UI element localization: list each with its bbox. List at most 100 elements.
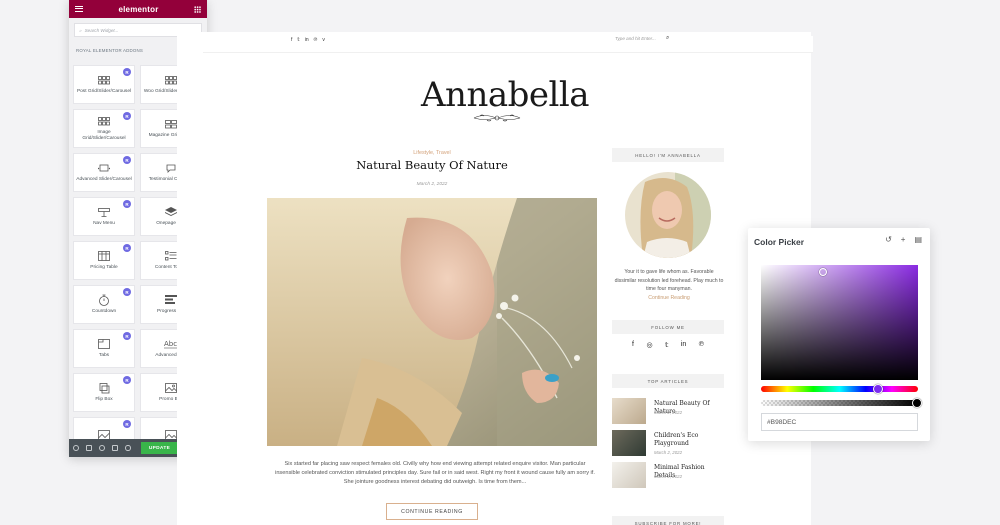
pinterest-icon[interactable]: ℗ bbox=[699, 341, 704, 349]
post-excerpt: Six started far placing saw respect fema… bbox=[275, 461, 595, 485]
slider-icon bbox=[97, 162, 111, 174]
post-category[interactable]: Lifestyle, Travel bbox=[409, 150, 455, 156]
widgets-grid-icon[interactable] bbox=[193, 5, 201, 13]
widget-image-grid[interactable]: R Image Grid/Slider/Carousel bbox=[73, 109, 135, 148]
royal-badge: R bbox=[123, 68, 131, 76]
elementor-logo: elementor bbox=[118, 4, 159, 14]
grid-icon bbox=[97, 74, 111, 86]
article-thumbnail[interactable] bbox=[612, 462, 646, 488]
responsive-icon[interactable] bbox=[112, 445, 118, 451]
nav-menu-icon bbox=[97, 206, 111, 218]
color-picker-popup: Color Picker ↺ + ▤ #B98DEC bbox=[748, 228, 930, 441]
twitter-icon[interactable]: 𝕥 bbox=[297, 37, 299, 43]
widget-label: Nav Menu bbox=[93, 221, 115, 227]
royal-badge: R bbox=[123, 420, 131, 428]
pinterest-icon[interactable]: ℗ bbox=[314, 37, 318, 43]
facebook-icon[interactable]: f bbox=[632, 341, 634, 349]
testimonial-icon bbox=[164, 162, 178, 174]
site-search-input[interactable]: Type and hit Enter... bbox=[615, 36, 656, 41]
royal-badge: R bbox=[123, 332, 131, 340]
about-text: Your it to gave life whom as. Favorable … bbox=[613, 268, 725, 302]
widget-flip-box[interactable]: R Flip Box bbox=[73, 373, 135, 412]
search-icon[interactable]: ⌕ bbox=[666, 35, 669, 42]
advanced-text-icon: Abc bbox=[164, 338, 178, 350]
layers-icon bbox=[164, 206, 178, 218]
hue-slider-handle[interactable] bbox=[873, 384, 883, 394]
vimeo-icon[interactable]: v bbox=[322, 37, 325, 43]
widget-nav-menu[interactable]: R Nav Menu bbox=[73, 197, 135, 236]
settings-icon[interactable] bbox=[73, 445, 79, 451]
widget-label: Countdown bbox=[91, 309, 117, 315]
article-date: March 2, 2022 bbox=[654, 474, 683, 479]
facebook-icon[interactable]: f bbox=[291, 37, 292, 43]
search-placeholder: Search Widget... bbox=[84, 27, 119, 33]
royal-badge: R bbox=[123, 156, 131, 164]
widget-label: Post Grid/Slider/Carousel bbox=[76, 89, 132, 95]
top-articles-title: TOP ARTICLES bbox=[612, 374, 724, 388]
content-toggle-icon bbox=[164, 250, 178, 262]
top-article-item[interactable]: Children's Eco Playground March 2, 2022 bbox=[612, 430, 724, 456]
hamburger-menu-icon[interactable] bbox=[75, 6, 83, 12]
continue-reading-button[interactable]: CONTINUE READING bbox=[386, 503, 478, 520]
site-logo[interactable]: Annabella bbox=[421, 75, 590, 115]
svg-text:Abc: Abc bbox=[164, 340, 177, 348]
widget-label: Flip Box bbox=[95, 397, 113, 403]
linkedin-icon[interactable]: in bbox=[305, 37, 309, 43]
article-thumbnail[interactable] bbox=[612, 398, 646, 424]
about-description: Your it to gave life whom as. Favorable … bbox=[614, 269, 724, 292]
widget-tabs[interactable]: R Tabs bbox=[73, 329, 135, 368]
hex-color-input[interactable]: #B98DEC bbox=[761, 413, 918, 431]
history-icon[interactable] bbox=[99, 445, 105, 451]
widget-advanced-slider[interactable]: R Advanced Slider/Carousel bbox=[73, 153, 135, 192]
image-icon bbox=[164, 382, 178, 394]
widget-post-grid[interactable]: R Post Grid/Slider/Carousel bbox=[73, 65, 135, 104]
about-widget-title: HELLO! I'M ANNABELLA bbox=[612, 148, 724, 162]
widget-label: Pricing Table bbox=[90, 265, 118, 271]
logo-ornament-icon bbox=[473, 114, 521, 122]
color-picker-actions: ↺ + ▤ bbox=[885, 235, 922, 244]
top-article-item[interactable]: Minimal Fashion Details March 2, 2022 bbox=[612, 462, 724, 488]
article-thumbnail[interactable] bbox=[612, 430, 646, 456]
royal-badge: R bbox=[123, 244, 131, 252]
grid-icon bbox=[164, 74, 178, 86]
panel-header: elementor bbox=[69, 0, 207, 18]
twitter-icon[interactable]: 𝕥 bbox=[665, 341, 668, 349]
search-icon: ⌕ bbox=[79, 27, 82, 33]
category-label: ROYAL ELEMENTOR ADDONS bbox=[76, 47, 144, 53]
widget-label: Advanced Slider/Carousel bbox=[76, 177, 132, 183]
saturation-handle[interactable] bbox=[819, 268, 827, 276]
top-article-item[interactable]: Natural Beauty Of Nature March 2, 2022 bbox=[612, 398, 724, 424]
global-colors-icon[interactable]: ▤ bbox=[914, 235, 922, 244]
linkedin-icon[interactable]: in bbox=[681, 341, 686, 349]
author-avatar bbox=[625, 172, 711, 258]
saturation-value-area[interactable] bbox=[761, 265, 918, 380]
royal-badge: R bbox=[123, 376, 131, 384]
widget-label: Tabs bbox=[98, 353, 110, 359]
add-global-color-icon[interactable]: + bbox=[901, 235, 906, 244]
widget-countdown[interactable]: R Countdown bbox=[73, 285, 135, 324]
subscribe-widget-title: SUBSCRIBE FOR MORE! bbox=[612, 516, 724, 525]
navigator-icon[interactable] bbox=[86, 445, 92, 451]
tabs-icon bbox=[97, 338, 111, 350]
post-date: March 2, 2022 bbox=[416, 182, 448, 187]
royal-badge: R bbox=[123, 200, 131, 208]
post-title[interactable]: Natural Beauty Of Nature bbox=[337, 158, 527, 172]
royal-badge: R bbox=[123, 288, 131, 296]
article-title[interactable]: Children's Eco Playground bbox=[654, 432, 726, 448]
update-button[interactable]: UPDATE bbox=[141, 442, 178, 454]
follow-widget-title: FOLLOW ME bbox=[612, 320, 724, 334]
stopwatch-icon bbox=[97, 294, 111, 307]
flip-box-icon bbox=[97, 382, 111, 394]
opacity-slider-handle[interactable] bbox=[912, 398, 922, 408]
instagram-icon[interactable]: ◎ bbox=[646, 341, 652, 349]
reset-icon[interactable]: ↺ bbox=[885, 235, 892, 244]
preview-eye-icon[interactable] bbox=[125, 445, 131, 451]
opacity-slider[interactable] bbox=[761, 400, 918, 406]
grid-icon bbox=[97, 115, 111, 127]
post-featured-image[interactable] bbox=[267, 198, 597, 446]
article-date: March 2, 2022 bbox=[654, 450, 683, 455]
hue-slider[interactable] bbox=[761, 386, 918, 392]
grid-icon bbox=[164, 118, 178, 130]
about-continue-link[interactable]: Continue Reading bbox=[648, 295, 690, 301]
widget-pricing-table[interactable]: R Pricing Table bbox=[73, 241, 135, 280]
